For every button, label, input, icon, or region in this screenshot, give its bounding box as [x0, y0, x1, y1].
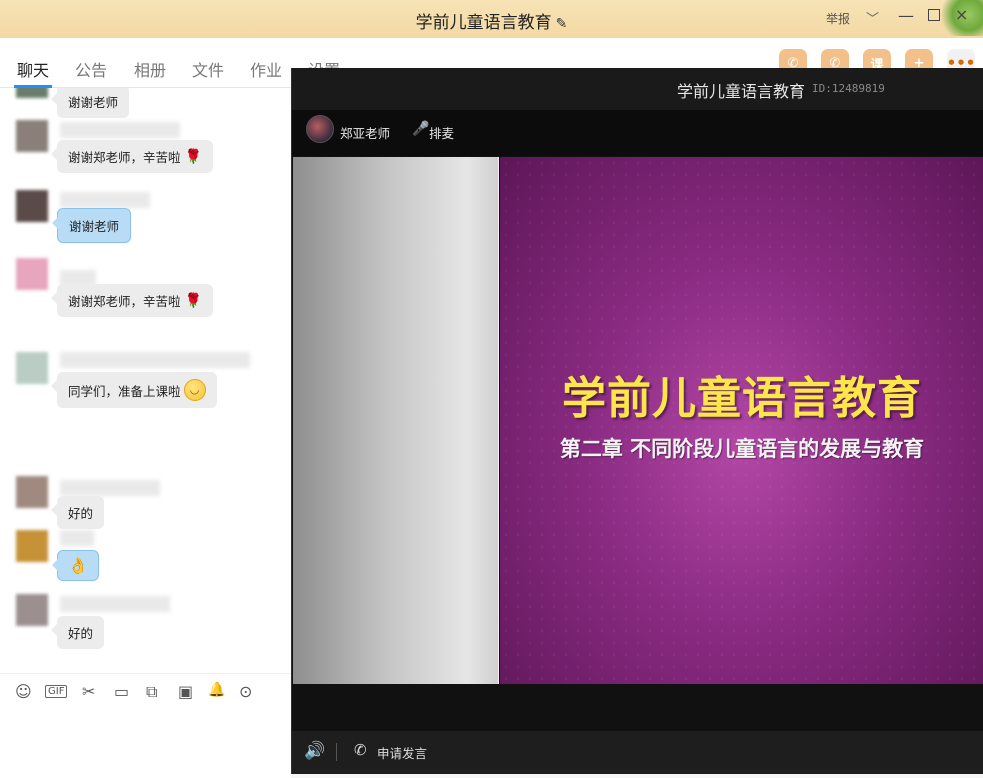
message-text: 同学们，准备上课啦 [68, 383, 181, 399]
tab-chat[interactable]: 聊天 [17, 57, 49, 81]
message-bubble[interactable]: 好的 [50, 496, 105, 529]
live-class-window: 学前儿童语言教育 ID:12489819 郑亚老师 🎤 排麦 学前儿童语言教育 … [291, 68, 983, 774]
rose-emoji-icon: 🌹 [184, 148, 202, 165]
presenter-bar: 郑亚老师 🎤 排麦 [292, 110, 983, 156]
avatar[interactable] [16, 476, 48, 508]
mic-queue-button[interactable]: 排麦 [429, 123, 454, 142]
sender-name [60, 192, 150, 208]
presentation-stage[interactable]: 学前儿童语言教育 第二章 不同阶段儿童语言的发展与教育 [293, 157, 983, 684]
title-bar: 学前儿童语言教育 ✎ 举报 ﹀ — × [0, 0, 983, 38]
sender-name [60, 596, 170, 612]
group-name: 学前儿童语言教育 [415, 13, 552, 33]
more-circle-icon[interactable]: ⊙ [239, 682, 252, 701]
avatar[interactable] [16, 88, 48, 98]
slide-subtitle: 第二章 不同阶段儿童语言的发展与教育 [559, 437, 925, 461]
message-text: 谢谢郑老师，辛苦啦 [68, 150, 181, 165]
tab-homework[interactable]: 作业 [250, 57, 282, 81]
tab-files[interactable]: 文件 [192, 57, 224, 81]
divider [336, 743, 337, 761]
emoji-icon[interactable]: ☺ [15, 682, 32, 701]
live-room-id: ID:12489819 [812, 82, 885, 95]
avatar[interactable] [16, 594, 48, 626]
live-controls-bar: 🔊 ✆ 申请发言 [292, 731, 983, 774]
message-bubble[interactable]: 谢谢郑老师，辛苦啦 🌹 [51, 140, 213, 173]
teacher-name: 郑亚老师 [340, 126, 391, 141]
tab-album[interactable]: 相册 [134, 57, 166, 81]
message-bubble[interactable]: 👌 [52, 550, 99, 581]
request-to-speak-button[interactable]: 申请发言 [377, 743, 427, 762]
close-button[interactable]: × [955, 5, 968, 24]
message-bubble[interactable]: 同学们，准备上课啦 ◡ [51, 372, 217, 408]
camera-panel [293, 157, 499, 684]
live-window-header: 学前儿童语言教育 ID:12489819 [292, 68, 983, 110]
gif-icon[interactable]: GIF [45, 685, 68, 698]
message-text: 好的 [68, 506, 94, 521]
message-text: 谢谢老师 [68, 95, 119, 110]
message-input[interactable] [0, 707, 291, 778]
speaker-icon[interactable]: 🔊 [304, 741, 325, 761]
rose-emoji-icon: 🌹 [184, 292, 202, 309]
message-text: 谢谢老师 [69, 219, 120, 234]
message-text: 好的 [68, 626, 94, 641]
microphone-icon: 🎤 [412, 121, 430, 137]
sender-name [60, 352, 250, 368]
message-bubble[interactable]: 谢谢郑老师，辛苦啦 🌹 [51, 284, 213, 317]
sender-name [60, 480, 160, 496]
avatar[interactable] [16, 120, 48, 152]
slide: 学前儿童语言教育 第二章 不同阶段儿童语言的发展与教育 [500, 157, 983, 684]
sender-name [60, 530, 94, 546]
teacher-avatar[interactable] [306, 115, 334, 143]
image-gallery-icon[interactable]: ⧉ [146, 682, 157, 702]
edit-icon[interactable]: ✎ [556, 16, 568, 32]
bell-icon[interactable]: 🔔 [208, 682, 225, 698]
tab-announcement[interactable]: 公告 [75, 57, 107, 81]
relieved-emoji-icon: ◡ [183, 379, 206, 401]
chat-message-list[interactable]: 谢谢老师 谢谢郑老师，辛苦啦 🌹 谢谢老师 谢谢郑老师，辛苦啦 🌹 同学们，准备上课… [0, 88, 291, 673]
image-icon[interactable]: ▣ [178, 682, 193, 701]
avatar[interactable] [16, 530, 48, 562]
chat-toolbar: ☺ GIF ✂ ▭ ⧉ ▣ 🔔 ⊙ [0, 673, 291, 707]
message-bubble[interactable]: 好的 [50, 616, 105, 649]
avatar[interactable] [16, 190, 48, 222]
chevron-down-icon[interactable]: ﹀ [866, 8, 879, 27]
message-text: 谢谢郑老师，辛苦啦 [68, 294, 181, 309]
sender-name [60, 122, 180, 138]
minimize-button[interactable]: — [898, 6, 914, 25]
message-bubble[interactable]: 谢谢老师 [50, 88, 130, 118]
message-bubble[interactable]: 谢谢老师 [51, 208, 132, 243]
scissors-icon[interactable]: ✂ [82, 682, 95, 701]
phone-icon: ✆ [354, 741, 367, 759]
avatar[interactable] [16, 258, 48, 290]
ok-hand-emoji-icon: 👌 [68, 556, 88, 575]
live-window-title: 学前儿童语言教育 [677, 82, 806, 101]
folder-icon[interactable]: ▭ [114, 682, 129, 701]
avatar[interactable] [16, 352, 48, 384]
slide-title: 学前儿童语言教育 [562, 373, 922, 424]
report-button[interactable]: 举报 [826, 10, 850, 27]
